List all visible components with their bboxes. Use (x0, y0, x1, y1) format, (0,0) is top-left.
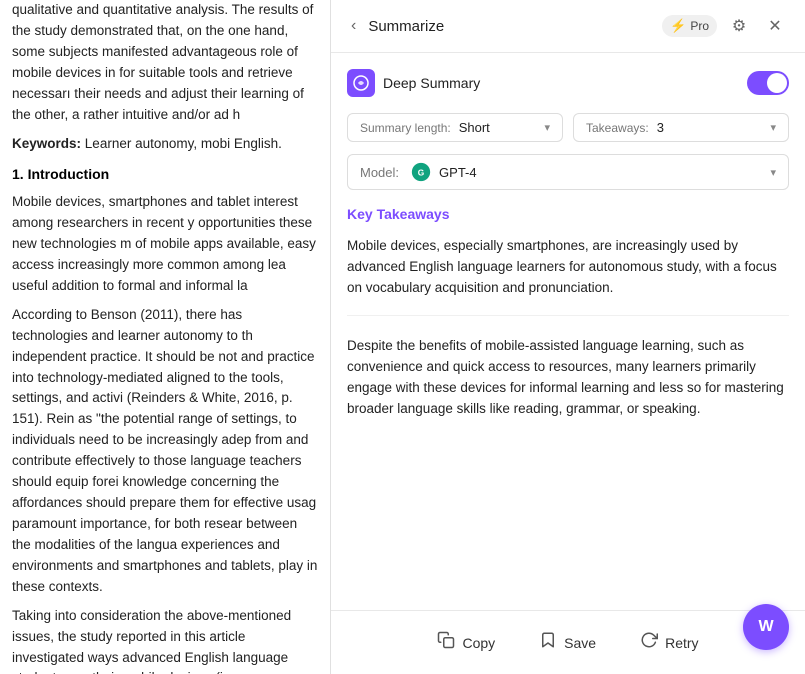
wordtune-fab[interactable]: W (743, 604, 789, 650)
key-takeaways-heading: Key Takeaways (347, 206, 789, 222)
settings-row: Summary length: Short ▾ Takeaways: 3 ▾ (347, 113, 789, 142)
doc-keywords: Keywords: Learner autonomy, mobi English… (12, 134, 318, 155)
keywords-text: Learner autonomy, mobi English. (85, 136, 282, 151)
takeaways-chevron-icon: ▾ (770, 121, 776, 134)
copy-label: Copy (462, 635, 495, 651)
pro-badge[interactable]: ⚡ Pro (662, 15, 717, 37)
copy-button[interactable]: Copy (427, 625, 505, 660)
lightning-icon: ⚡ (670, 18, 686, 34)
section-1-heading: 1. Introduction (12, 164, 318, 186)
settings-button[interactable]: ⚙ (725, 12, 753, 40)
doc-paragraph-3: According to Benson (2011), there has te… (12, 305, 318, 598)
pro-label: Pro (690, 19, 709, 33)
summary-length-value: Short (459, 120, 490, 135)
model-dropdown[interactable]: Model: G GPT-4 ▾ (347, 154, 789, 190)
model-label: Model: (360, 165, 399, 180)
takeaways-label: Takeaways: (586, 121, 649, 135)
save-label: Save (564, 635, 596, 651)
copy-icon (437, 631, 455, 654)
wordtune-logo: W (758, 618, 773, 636)
takeaway-text-1: Mobile devices, especially smartphones, … (347, 238, 777, 295)
summary-length-dropdown[interactable]: Summary length: Short ▾ (347, 113, 563, 142)
doc-paragraph-1: qualitative and quantitative analysis. T… (12, 0, 318, 126)
deep-summary-toggle[interactable] (747, 71, 789, 95)
takeaways-dropdown[interactable]: Takeaways: 3 ▾ (573, 113, 789, 142)
model-chevron-icon: ▾ (770, 166, 776, 179)
keywords-label: Keywords: (12, 136, 81, 151)
gear-icon: ⚙ (732, 16, 746, 36)
takeaway-item-1: Mobile devices, especially smartphones, … (347, 236, 789, 316)
retry-label: Retry (665, 635, 698, 651)
retry-button[interactable]: Retry (630, 625, 708, 660)
summarize-content: Deep Summary Summary length: Short ▾ Tak… (331, 53, 805, 610)
close-button[interactable]: ✕ (761, 12, 789, 40)
deep-summary-row: Deep Summary (347, 69, 789, 97)
action-bar: Copy Save Retry (331, 610, 805, 674)
summary-length-chevron-icon: ▾ (544, 121, 550, 134)
save-button[interactable]: Save (529, 625, 606, 660)
doc-paragraph-4: Taking into consideration the above-ment… (12, 606, 318, 674)
brain-icon (353, 75, 369, 91)
deep-summary-icon (347, 69, 375, 97)
doc-paragraph-2: Mobile devices, smartphones and tablet i… (12, 192, 318, 297)
summarize-header: ‹ Summarize ⚡ Pro ⚙ ✕ (331, 0, 805, 53)
deep-summary-label: Deep Summary (383, 75, 739, 91)
bookmark-icon (539, 631, 557, 654)
gpt4-icon: G (411, 162, 431, 182)
summarize-panel: ‹ Summarize ⚡ Pro ⚙ ✕ Deep Summary (330, 0, 805, 674)
takeaways-value: 3 (657, 120, 664, 135)
close-icon: ✕ (768, 16, 781, 36)
summarize-title: Summarize (368, 18, 654, 35)
document-panel: qualitative and quantitative analysis. T… (0, 0, 330, 674)
retry-icon (640, 631, 658, 654)
takeaway-item-2: Despite the benefits of mobile-assisted … (347, 336, 789, 436)
takeaway-text-2: Despite the benefits of mobile-assisted … (347, 338, 784, 416)
back-button[interactable]: ‹ (347, 15, 360, 37)
model-name: GPT-4 (439, 165, 762, 180)
svg-text:G: G (418, 167, 424, 177)
summary-length-label: Summary length: (360, 121, 451, 135)
